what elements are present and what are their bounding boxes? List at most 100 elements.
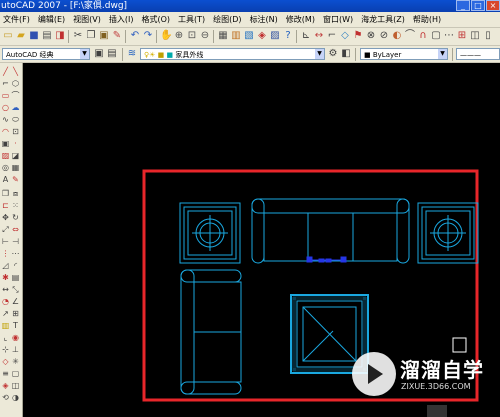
ortho-icon[interactable]: ⊥ [11,345,20,354]
open-icon[interactable]: ▰ [15,30,27,42]
insert-block-icon[interactable]: ⊡ [11,127,20,136]
menu-help[interactable]: 帮助(H) [410,14,446,25]
menu-edit[interactable]: 编辑(E) [35,14,70,25]
measure-icon[interactable]: ⌐ [326,30,338,42]
extend-icon[interactable]: ⊣ [11,237,20,246]
trim-icon[interactable]: ⊢ [1,237,10,246]
make-current-layer-icon[interactable]: ⚙ [327,48,339,60]
tool-extra-6-icon[interactable]: ∩ [417,30,429,42]
tool-extra-5-icon[interactable]: ⌒ [404,30,416,42]
erase-icon[interactable]: ✎ [11,175,20,184]
spline-icon[interactable]: ∿ [1,115,10,124]
menu-insert[interactable]: 插入(I) [106,14,139,25]
layer-tool-icon[interactable]: ▥ [1,321,10,330]
polyline-icon[interactable]: ⌐ [1,79,10,88]
menu-file[interactable]: 文件(F) [0,14,35,25]
arc-icon[interactable]: ⌒ [11,91,20,100]
tool-extra-11-icon[interactable]: ▯ [482,30,494,42]
dimension-icon[interactable]: ↔ [313,30,325,42]
print-icon[interactable]: ▤ [41,30,53,42]
leader-icon[interactable]: ↗ [1,309,10,318]
layer-select[interactable]: ♀☀ ■ ■ 家具外线 ▼ [140,48,325,60]
orbit-icon[interactable]: ⟲ [1,393,10,402]
maximize-button[interactable]: □ [471,0,485,11]
shade-icon[interactable]: ◑ [11,393,20,402]
fillet-icon[interactable]: ◜ [11,261,20,270]
mirror-icon[interactable]: ⧈ [11,189,20,198]
ucs-icon[interactable]: ⌞ [1,333,10,342]
menu-tools[interactable]: 工具(T) [175,14,210,25]
tool-palettes-icon[interactable]: ▧ [243,30,255,42]
design-center-icon[interactable]: ▥ [230,30,242,42]
explode-icon[interactable]: ✱ [1,273,10,282]
line-icon[interactable]: ╱ [1,67,10,76]
polar-icon[interactable]: ✳ [11,357,20,366]
color-select[interactable]: ■ ByLayer ▼ [360,48,448,60]
hatch-icon[interactable]: ▨ [1,151,10,160]
lineweight-icon[interactable]: ≡ [1,369,10,378]
zoom-icon[interactable]: ⊕ [173,30,185,42]
table-icon[interactable]: ▦ [11,163,20,172]
new-icon[interactable]: ▭ [2,30,14,42]
linetype-select[interactable]: ——— [456,48,500,60]
mtext-icon[interactable]: A [1,175,10,184]
scrollbar-corner[interactable] [427,405,447,417]
inquiry-icon[interactable]: ◉ [11,333,20,342]
layer-previous-icon[interactable]: ◧ [340,48,352,60]
copy-object-icon[interactable]: ❐ [1,189,10,198]
tool-extra-4-icon[interactable]: ◐ [391,30,403,42]
minimize-button[interactable]: _ [456,0,470,11]
array-icon[interactable]: ⁙ [11,201,20,210]
text-style-icon[interactable]: T [11,321,20,330]
workspace-select[interactable]: AutoCAD 经典 ▼ [2,48,90,60]
tool-extra-2-icon[interactable]: ⊗ [365,30,377,42]
tolerance-icon[interactable]: ⊞ [11,309,20,318]
rotate-icon[interactable]: ↻ [11,213,20,222]
stretch-icon[interactable]: ⇔ [11,225,20,234]
properties-left-icon[interactable]: ▤ [11,273,20,282]
scale-icon[interactable]: ⤢ [1,225,10,234]
ellipse-arc-icon[interactable]: ◠ [1,127,10,136]
menu-hailong-tools[interactable]: 海龙工具(Z) [358,14,410,25]
help-icon[interactable]: ? [282,30,294,42]
close-button[interactable]: × [486,0,500,11]
snap-icon[interactable]: ⊾ [300,30,312,42]
rectangle-icon[interactable]: ▭ [1,91,10,100]
move-icon[interactable]: ✥ [1,213,10,222]
menu-draw[interactable]: 绘图(D) [210,14,246,25]
snap-left-icon[interactable]: ⊹ [1,345,10,354]
undo-icon[interactable]: ↶ [129,30,141,42]
zoom-window-icon[interactable]: ⊡ [186,30,198,42]
match-properties-icon[interactable]: ✎ [111,30,123,42]
tool-extra-7-icon[interactable]: ▢ [430,30,442,42]
construction-line-icon[interactable]: ╲ [11,67,20,76]
tool-extra-9-icon[interactable]: ⊞ [456,30,468,42]
dim-aligned-icon[interactable]: ⤡ [11,285,20,294]
point-icon[interactable]: · [11,139,20,148]
block-icon[interactable]: ◇ [339,30,351,42]
workspace-save-icon[interactable]: ▤ [106,48,118,60]
menu-format[interactable]: 格式(O) [138,14,175,25]
render-icon[interactable]: ◈ [1,381,10,390]
workspace-settings-icon[interactable]: ▣ [93,48,105,60]
tool-extra-3-icon[interactable]: ⊘ [378,30,390,42]
pan-icon[interactable]: ✋ [160,30,172,42]
view-icon[interactable]: ◫ [11,381,20,390]
zoom-previous-icon[interactable]: ⊖ [199,30,211,42]
join-icon[interactable]: ⋯ [11,249,20,258]
plot-preview-icon[interactable]: ◨ [54,30,66,42]
save-icon[interactable]: ■ [28,30,40,42]
dim-linear-icon[interactable]: ↔ [1,285,10,294]
menu-window[interactable]: 窗口(W) [320,14,358,25]
model-icon[interactable]: ▢ [11,369,20,378]
menu-dimension[interactable]: 标注(N) [247,14,283,25]
menu-view[interactable]: 视图(V) [70,14,106,25]
revcloud-icon[interactable]: ☁ [11,103,20,112]
menu-modify[interactable]: 修改(M) [283,14,320,25]
circle-icon[interactable]: ○ [1,103,10,112]
make-block-icon[interactable]: ▣ [1,139,10,148]
tool-extra-8-icon[interactable]: ⋯ [443,30,455,42]
osnap-icon[interactable]: ◇ [1,357,10,366]
dim-radius-icon[interactable]: ◔ [1,297,10,306]
ellipse-icon[interactable]: ⬭ [11,115,20,124]
